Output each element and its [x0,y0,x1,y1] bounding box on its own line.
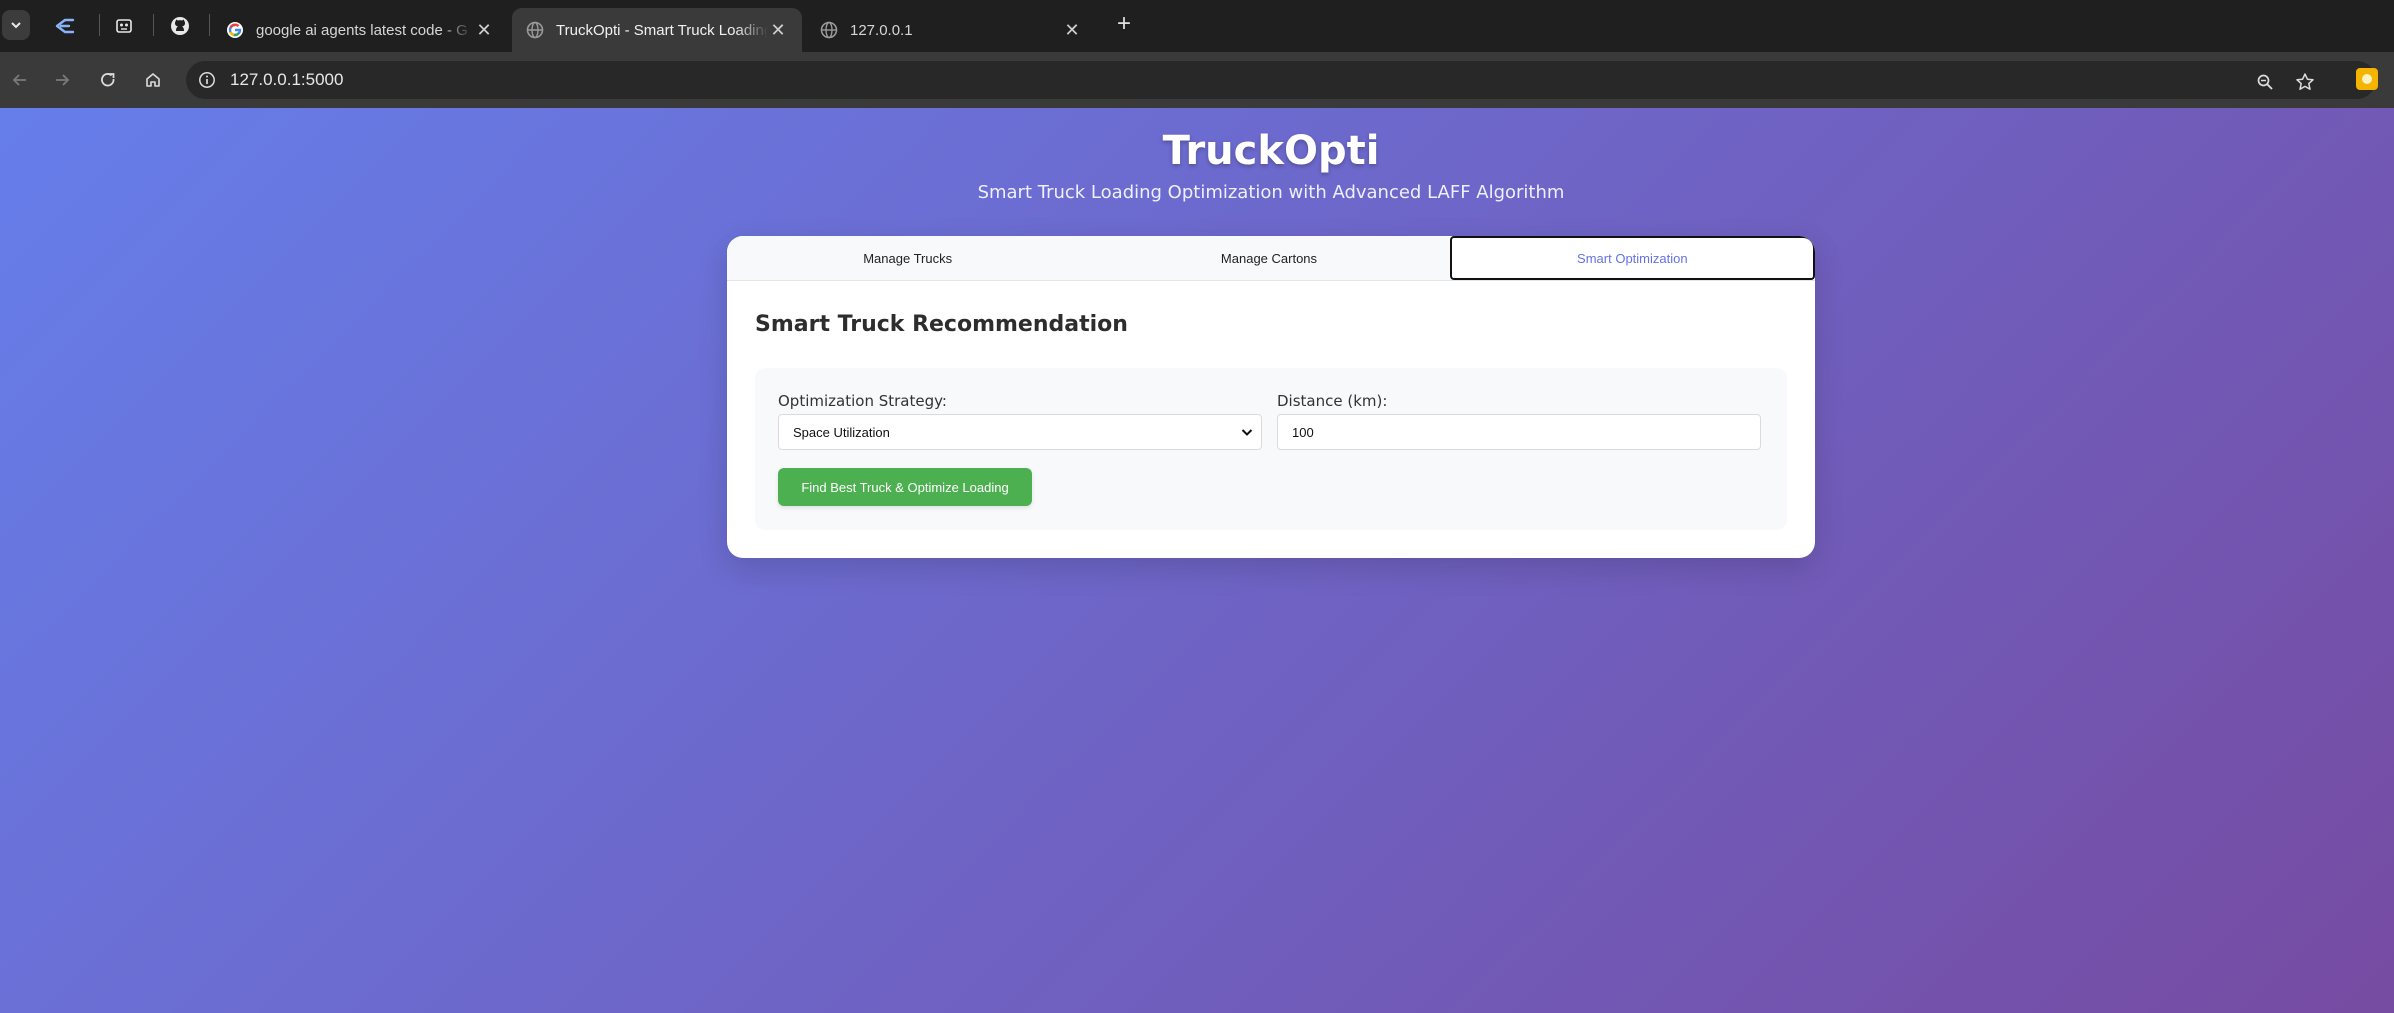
tab-manage-trucks[interactable]: Manage Trucks [727,236,1088,280]
tab-title: google ai agents latest code - G [256,21,468,39]
home-icon [146,73,160,87]
bookmark-star-icon[interactable] [2293,70,2317,94]
app-header: TruckOpti Smart Truck Loading Optimizati… [727,128,1815,203]
tab-smart-optimization[interactable]: Smart Optimization [1449,236,1815,280]
browser-tab-google[interactable]: google ai agents latest code - G ✕ [212,8,508,52]
globe-icon [820,21,838,39]
pinned-tab-github[interactable] [165,11,195,41]
tab-title: 127.0.0.1 [850,21,913,39]
strategy-label: Optimization Strategy: [778,392,947,410]
globe-icon [526,21,544,39]
strategy-select[interactable]: Space Utilization [778,414,1262,450]
extension-icon[interactable] [2356,68,2378,90]
section-title: Smart Truck Recommendation [755,312,1128,337]
back-button[interactable] [6,66,34,94]
main-card: Manage Trucks Manage Cartons Smart Optim… [727,236,1815,558]
chevron-down-icon [11,22,21,29]
arrow-left-icon [12,74,26,86]
reload-button[interactable] [94,66,122,94]
tab-separator [209,14,210,36]
browser-tab-truckopti[interactable]: TruckOpti - Smart Truck Loading ✕ [512,8,802,52]
pinned-tab-2[interactable] [109,11,139,41]
close-tab-icon[interactable]: ✕ [1062,20,1082,41]
optimization-form: Optimization Strategy: Space Utilization… [755,368,1787,530]
arrow-right-icon [56,74,70,86]
tab-separator [153,14,154,36]
distance-input[interactable]: 100 [1277,414,1761,450]
browser-toolbar: 127.0.0.1:5000 [0,52,2394,108]
forward-button[interactable] [48,66,76,94]
robot-icon [116,19,132,33]
tab-separator [99,14,100,36]
share-arrows-icon [55,18,75,34]
browser-tab-localhost[interactable]: 127.0.0.1 ✕ [806,8,1096,52]
url-text[interactable]: 127.0.0.1:5000 [230,70,343,90]
tab-manage-cartons[interactable]: Manage Cartons [1088,236,1449,280]
find-best-truck-button[interactable]: Find Best Truck & Optimize Loading [778,468,1032,506]
chevron-down-icon [1241,429,1253,436]
reload-icon [101,73,115,87]
app-title: TruckOpti [1162,128,1380,174]
close-tab-icon[interactable]: ✕ [474,20,494,41]
tab-title: TruckOpti - Smart Truck Loading [556,21,768,39]
tab-search-button[interactable] [2,10,30,40]
zoom-icon[interactable] [2253,70,2277,94]
home-button[interactable] [139,66,167,94]
app-subtitle: Smart Truck Loading Optimization with Ad… [977,182,1565,203]
new-tab-button[interactable]: + [1112,12,1136,38]
pinned-tab-1[interactable] [50,11,80,41]
google-icon [226,21,244,39]
app-tabs: Manage Trucks Manage Cartons Smart Optim… [727,236,1815,281]
page-viewport: TruckOpti Smart Truck Loading Optimizati… [0,108,2394,1013]
close-tab-icon[interactable]: ✕ [768,20,788,41]
address-bar[interactable]: 127.0.0.1:5000 [186,61,2376,99]
strategy-selected-value: Space Utilization [793,424,890,440]
browser-tab-bar: google ai agents latest code - G ✕ Truck… [0,0,2394,52]
github-icon [171,17,189,35]
site-info-icon[interactable] [196,69,218,91]
distance-label: Distance (km): [1277,392,1388,410]
